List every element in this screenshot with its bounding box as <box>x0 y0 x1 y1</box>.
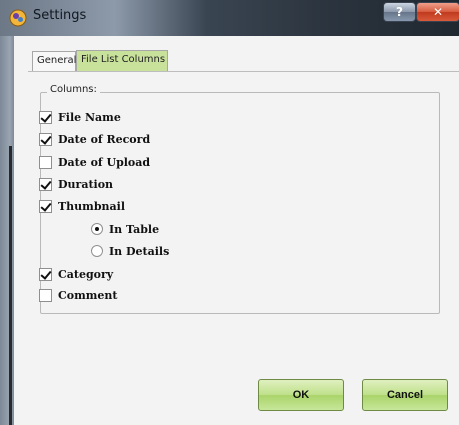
checkbox-file-name[interactable] <box>39 110 52 124</box>
checkbox-duration[interactable] <box>39 177 52 191</box>
app-icon <box>9 9 27 27</box>
columns-group-label: Columns: <box>47 84 100 95</box>
checkbox-comment[interactable] <box>39 288 52 302</box>
option-label: Category <box>58 267 114 281</box>
tab-general-label: General <box>37 55 77 66</box>
radio-in-details[interactable] <box>91 245 103 257</box>
close-icon: ✕ <box>432 5 444 19</box>
help-icon: ? <box>396 5 403 19</box>
option-label: Date of Upload <box>58 155 151 169</box>
option-label: Duration <box>58 177 114 191</box>
close-button[interactable]: ✕ <box>416 2 459 22</box>
option-label: Date of Record <box>58 132 151 146</box>
help-button[interactable]: ? <box>383 2 416 22</box>
checkbox-thumbnail[interactable] <box>39 199 52 213</box>
frame-edge <box>9 146 12 425</box>
ok-button-label: OK <box>292 389 310 401</box>
settings-window: Settings ? ✕ General File List Columns C… <box>0 0 459 425</box>
option-date-of-upload[interactable]: Date of Upload <box>39 155 150 169</box>
option-duration[interactable]: Duration <box>39 177 113 191</box>
option-label: Thumbnail <box>58 199 125 213</box>
option-label: File Name <box>58 110 121 124</box>
checkbox-date-of-record[interactable] <box>39 132 52 146</box>
tab-divider <box>28 71 459 72</box>
cancel-button-label: Cancel <box>386 389 424 401</box>
option-file-name[interactable]: File Name <box>39 110 121 124</box>
option-label: In Details <box>109 244 170 258</box>
window-title: Settings <box>33 8 87 23</box>
tab-file-list-columns-label: File List Columns <box>81 54 166 65</box>
option-comment[interactable]: Comment <box>39 288 117 302</box>
tab-file-list-columns[interactable]: File List Columns <box>76 50 168 71</box>
ok-button[interactable]: OK <box>258 379 344 411</box>
checkbox-date-of-upload[interactable] <box>39 155 52 169</box>
option-thumbnail[interactable]: Thumbnail <box>39 199 125 213</box>
dialog-client-area: General File List Columns Columns: File … <box>14 36 459 425</box>
window-frame-left <box>0 36 14 425</box>
option-date-of-record[interactable]: Date of Record <box>39 132 150 146</box>
tab-general[interactable]: General <box>32 51 76 71</box>
option-label: Comment <box>58 288 118 302</box>
option-label: In Table <box>109 222 160 236</box>
option-in-details[interactable]: In Details <box>91 244 169 258</box>
title-bar[interactable]: Settings ? ✕ <box>0 0 459 36</box>
radio-in-table[interactable] <box>91 223 103 235</box>
option-category[interactable]: Category <box>39 267 113 281</box>
checkbox-category[interactable] <box>39 267 52 281</box>
cancel-button[interactable]: Cancel <box>362 379 448 411</box>
option-in-table[interactable]: In Table <box>91 222 159 236</box>
